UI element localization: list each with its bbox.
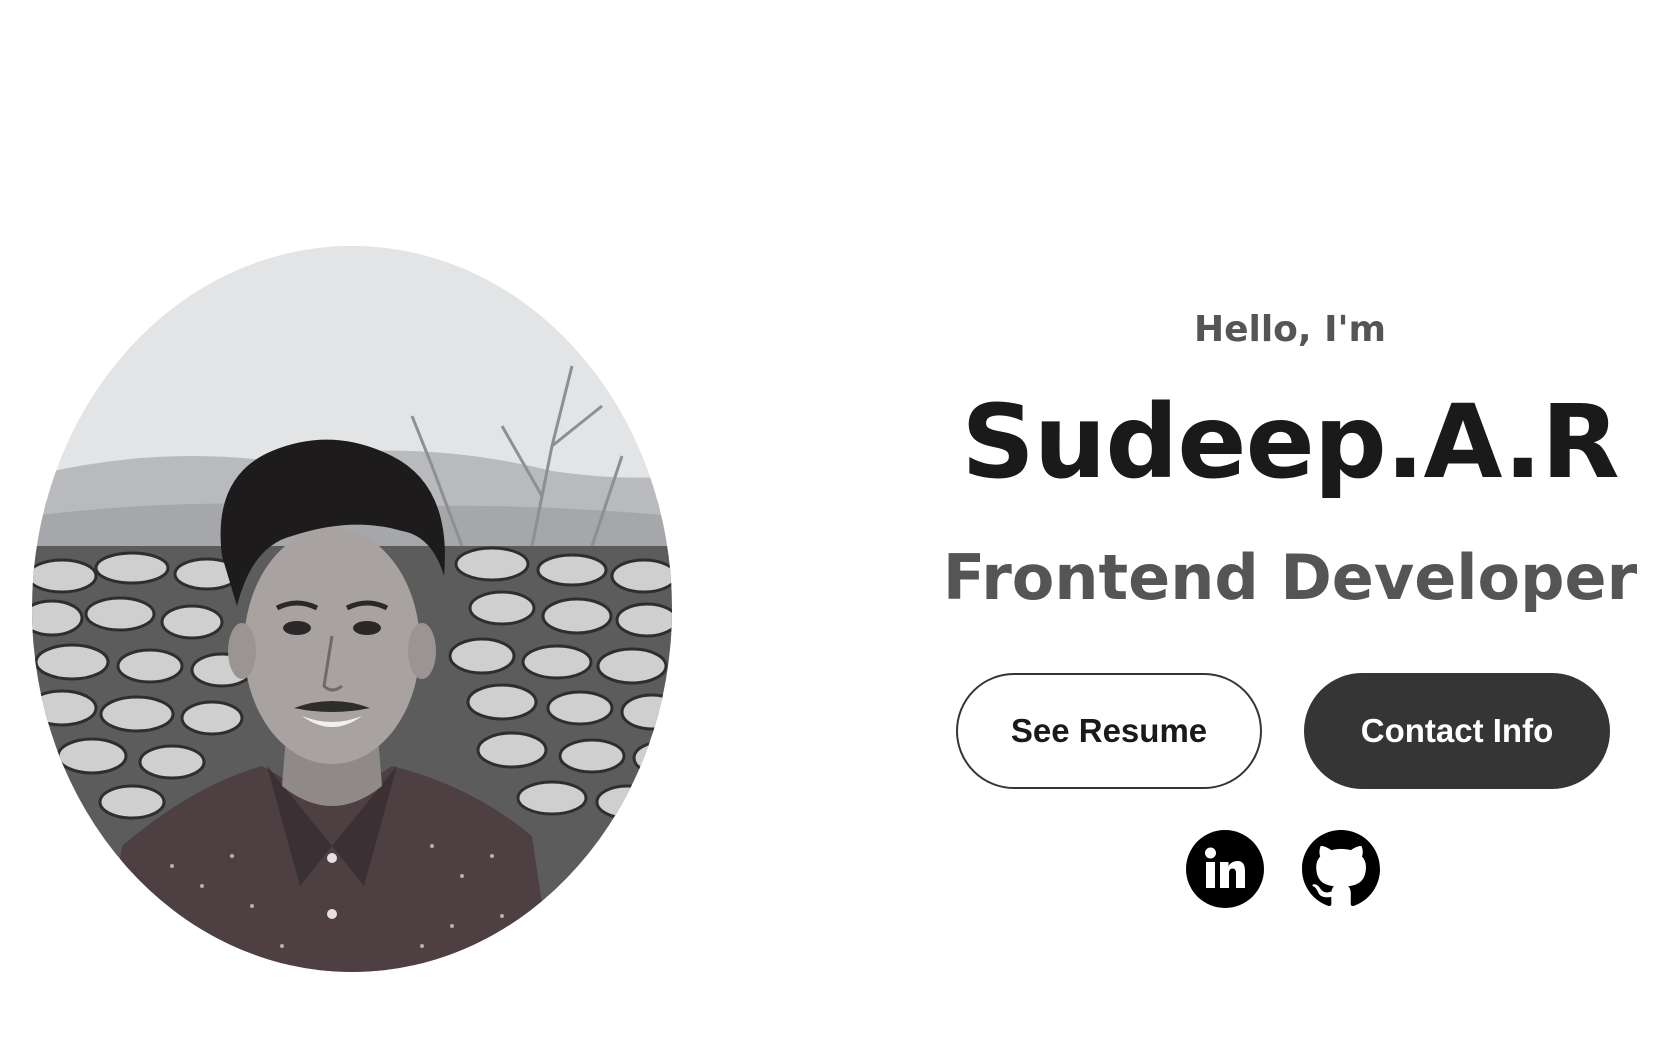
profile-section: Hello, I'm Sudeep.A.R Frontend Developer…: [0, 0, 1673, 1048]
github-icon[interactable]: [1302, 830, 1380, 908]
page-title: Sudeep.A.R: [961, 383, 1619, 502]
greeting-text: Hello, I'm: [1193, 309, 1387, 350]
linkedin-icon[interactable]: [1186, 830, 1264, 908]
social-links: [940, 830, 1640, 910]
role-subtitle: Frontend Developer: [942, 541, 1638, 614]
contact-info-button[interactable]: Contact Info: [1304, 673, 1610, 789]
see-resume-button[interactable]: See Resume: [956, 673, 1262, 789]
profile-picture: [32, 246, 672, 972]
profile-photo-image: [32, 246, 672, 972]
